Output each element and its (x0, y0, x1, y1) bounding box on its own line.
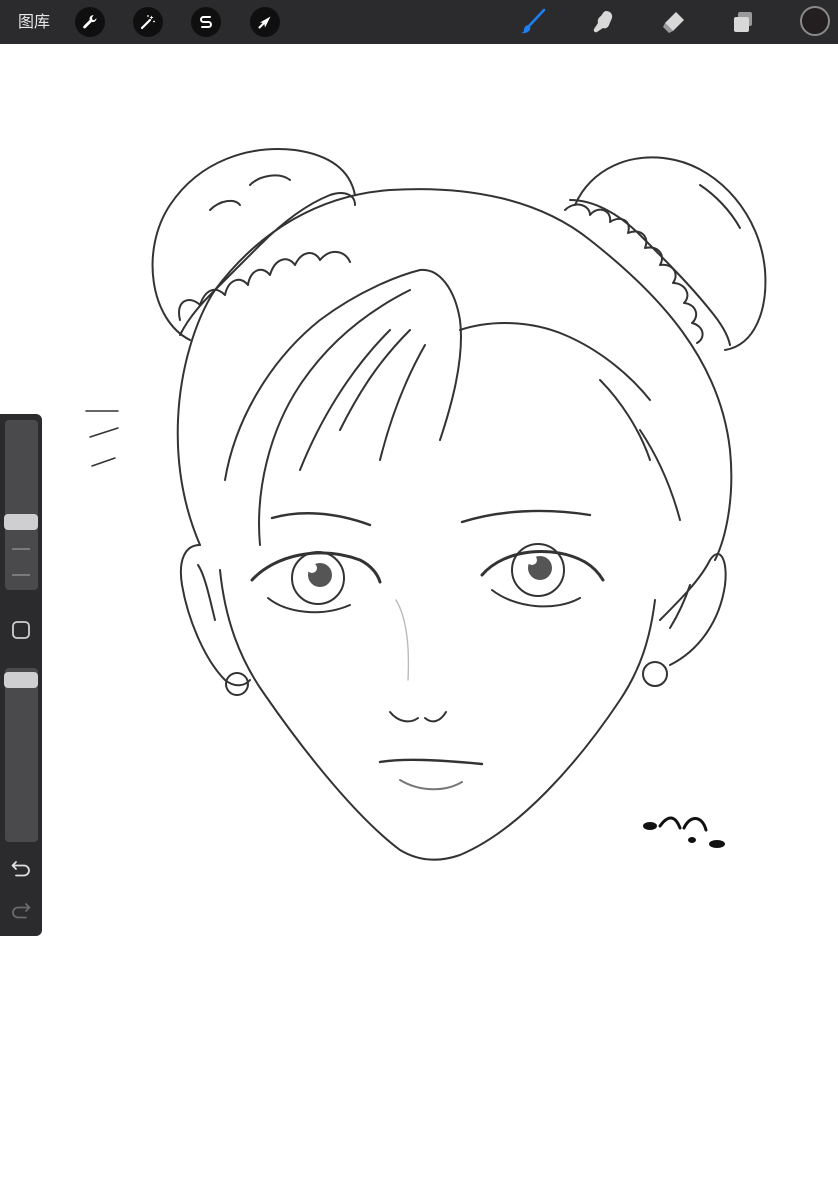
smudge-finger-icon (593, 11, 613, 33)
selection-s-icon (200, 16, 212, 28)
smudge-tool-button[interactable] (587, 7, 619, 37)
brush-icon (521, 8, 546, 34)
opacity-thumb[interactable] (4, 672, 38, 688)
eraser-tool-button[interactable] (657, 7, 689, 37)
redo-button[interactable] (7, 896, 35, 924)
line-art-sketch (85, 148, 767, 861)
top-toolbar: 图库 (0, 0, 838, 44)
drawing-canvas[interactable] (44, 44, 838, 1200)
color-picker-button[interactable] (800, 6, 830, 36)
brush-size-tick (12, 548, 30, 550)
brush-size-slider[interactable] (5, 420, 38, 590)
selection-button[interactable] (191, 7, 221, 37)
wrench-icon (83, 15, 97, 29)
redo-icon (12, 903, 31, 919)
layers-button[interactable] (727, 7, 759, 37)
layers-icon (734, 12, 752, 32)
brush-size-tick (12, 574, 30, 576)
brush-tool-button[interactable] (517, 7, 549, 37)
transform-button[interactable] (250, 7, 280, 37)
undo-icon (11, 861, 30, 877)
adjustments-button[interactable] (133, 7, 163, 37)
eraser-icon (663, 12, 684, 33)
square-modify-icon (12, 621, 30, 639)
modify-button[interactable] (7, 616, 35, 644)
magic-wand-icon (140, 15, 155, 30)
undo-button[interactable] (7, 854, 35, 882)
actions-button[interactable] (75, 7, 105, 37)
sidebar (0, 414, 42, 936)
opacity-slider[interactable] (5, 668, 38, 842)
gallery-button[interactable]: 图库 (18, 0, 50, 44)
arrow-cursor-icon (258, 16, 271, 29)
brush-size-thumb[interactable] (4, 514, 38, 530)
